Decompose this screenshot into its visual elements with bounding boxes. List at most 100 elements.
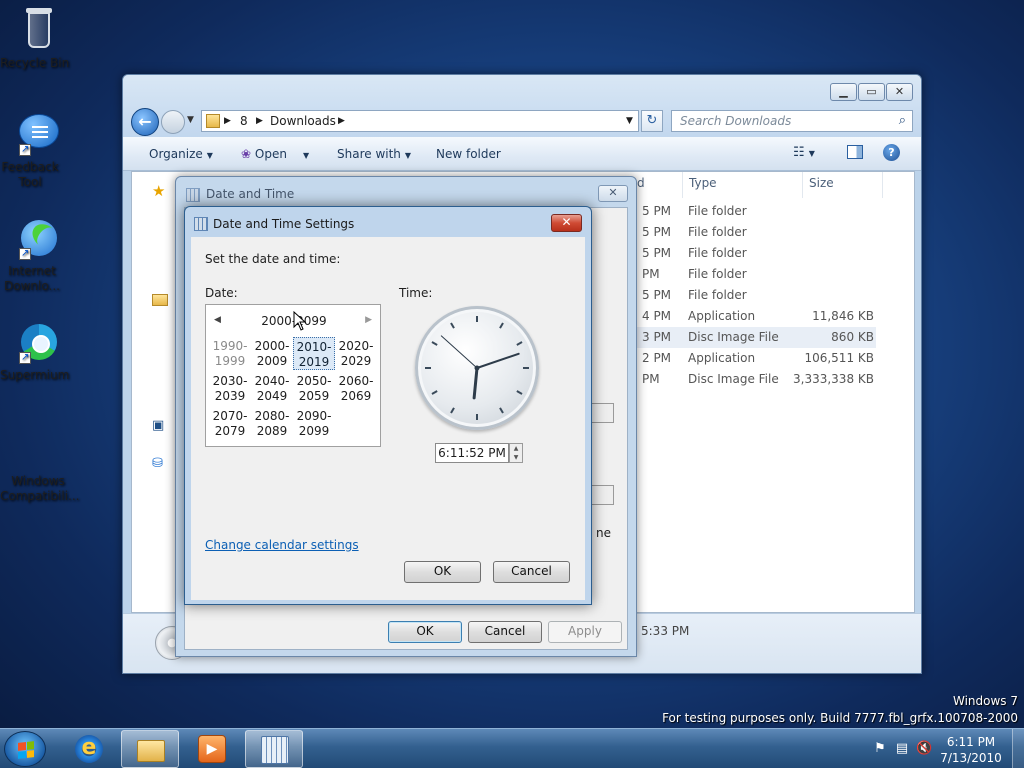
decade-cell[interactable]: 2080- 2089	[251, 407, 293, 440]
spin-up-icon[interactable]: ▲	[510, 444, 522, 453]
decade-cell[interactable]: 2090- 2099	[293, 407, 335, 440]
taskbar-clock[interactable]: 6:11 PM 7/13/2010	[936, 734, 1006, 766]
time-input[interactable]: 6:11:52 PM	[435, 443, 509, 463]
file-row[interactable]: 5 PM File folder	[636, 285, 876, 306]
taskbar-date-time[interactable]	[245, 730, 303, 768]
ok-button[interactable]: OK	[388, 621, 462, 643]
show-desktop-button[interactable]	[1012, 729, 1024, 768]
open-label: Open	[254, 147, 287, 161]
column-header-date[interactable]: d	[637, 176, 645, 190]
apply-button[interactable]: Apply	[548, 621, 622, 643]
partial-button[interactable]	[592, 485, 614, 505]
new-folder-button[interactable]: New folder	[436, 147, 501, 161]
decade-cell[interactable]: 2020- 2029	[335, 337, 377, 370]
file-row[interactable]: 5 PM File folder	[636, 201, 876, 222]
supermium-browser-icon	[17, 320, 61, 365]
preview-pane-icon[interactable]	[847, 145, 863, 159]
help-icon[interactable]: ?	[883, 144, 900, 161]
share-with-button[interactable]: Share with ▼	[337, 147, 411, 161]
decade-cell[interactable]: 2030- 2039	[209, 372, 251, 405]
decade-cell[interactable]: 2050- 2059	[293, 372, 335, 405]
watermark-line-2: For testing purposes only. Build 7777.fb…	[662, 711, 1018, 725]
close-icon[interactable]: ✕	[598, 185, 628, 202]
file-row[interactable]: 5 PM File folder	[636, 243, 876, 264]
date-label: Date:	[205, 286, 238, 300]
libraries-folder-icon	[152, 294, 168, 306]
time-spinner[interactable]: ▲ ▼	[509, 443, 523, 463]
clock-tick	[450, 407, 455, 414]
chevron-down-icon: ▼	[302, 151, 310, 160]
decade-start: 2020-	[338, 339, 374, 353]
command-bar: Organize ▼ ❀ Open ▼ Share with ▼ New folder…	[123, 137, 921, 171]
taskbar-media-player[interactable]: ▶	[183, 730, 241, 768]
open-button[interactable]: ❀ Open ▼	[241, 147, 309, 161]
decade-end: 2029	[340, 354, 372, 368]
maximize-icon[interactable]: ▭	[858, 83, 885, 101]
search-icon[interactable]: ⌕	[899, 113, 906, 128]
organize-button[interactable]: Organize ▼	[149, 147, 213, 161]
mouse-pointer-icon	[293, 311, 307, 331]
decade-cell[interactable]: 1990- 1999	[209, 337, 251, 370]
column-header-type[interactable]: Type	[689, 176, 717, 190]
cancel-button[interactable]: Cancel	[493, 561, 570, 583]
decade-end: 2009	[256, 354, 288, 368]
column-header-size[interactable]: Size	[809, 176, 834, 190]
close-icon[interactable]: ✕	[551, 214, 582, 232]
change-calendar-settings-link[interactable]: Change calendar settings	[205, 538, 359, 552]
volume-muted-icon[interactable]: 🔇	[916, 741, 932, 757]
chevron-down-icon: ▼	[404, 151, 412, 160]
clock-tick	[431, 341, 438, 346]
clock-tick	[516, 390, 523, 395]
decade-cell[interactable]: 2070- 2079	[209, 407, 251, 440]
address-dropdown-icon[interactable]: ▼	[626, 116, 633, 126]
file-size: 860 KB	[831, 330, 874, 344]
open-with-icon: ❀	[241, 147, 252, 161]
decade-cell[interactable]: 2010- 2019	[293, 337, 335, 370]
dialog-title: Date and Time Settings	[213, 217, 355, 231]
file-row[interactable]: 3 PM Disc Image File 860 KB	[636, 327, 876, 348]
back-arrow-icon[interactable]: ←	[131, 108, 159, 136]
clock-tick	[431, 390, 438, 395]
close-icon[interactable]: ✕	[886, 83, 913, 101]
desktop-icon-supermium[interactable]: Supermium	[0, 320, 78, 382]
decade-cell[interactable]: 2060- 2069	[335, 372, 377, 405]
taskbar-internet-explorer[interactable]: e	[60, 730, 118, 768]
address-segment[interactable]: 8	[240, 114, 248, 128]
forward-arrow-icon[interactable]	[161, 110, 185, 134]
taskbar-windows-explorer[interactable]	[121, 730, 179, 768]
action-center-flag-icon[interactable]: ⚑	[872, 741, 888, 757]
search-box[interactable]: Search Downloads ⌕	[671, 110, 913, 132]
start-button[interactable]	[4, 731, 46, 767]
address-bar[interactable]: ▶ 8 ▶ Downloads ▶ ▼	[201, 110, 639, 132]
decade-cell[interactable]: 2000- 2009	[251, 337, 293, 370]
date-time-settings-dialog[interactable]: Date and Time Settings ✕ Set the date an…	[184, 206, 592, 605]
file-date: 5 PM	[642, 288, 672, 302]
decade-end: 1999	[214, 354, 246, 368]
next-arrow-icon[interactable]: ▶	[365, 315, 372, 325]
network-icon[interactable]: ▤	[894, 741, 910, 757]
desktop-icon-internet-download[interactable]: Internet Downlo...	[0, 216, 78, 293]
partial-button[interactable]	[592, 403, 614, 423]
computer-icon: ▣	[152, 418, 165, 433]
dialog-title: Date and Time	[206, 187, 295, 201]
file-size: 106,511 KB	[804, 351, 874, 365]
file-size: 3,333,338 KB	[793, 372, 874, 386]
file-row[interactable]: 4 PM Application 11,846 KB	[636, 306, 876, 327]
file-row[interactable]: 2 PM Application 106,511 KB	[636, 348, 876, 369]
spin-down-icon[interactable]: ▼	[510, 453, 522, 462]
view-options-icon[interactable]: ☷ ▼	[793, 145, 815, 160]
desktop-icon-feedback-tool[interactable]: Feedback Tool	[0, 112, 78, 189]
file-row[interactable]: PM File folder	[636, 264, 876, 285]
recent-pages-chevron-icon[interactable]: ▼	[187, 115, 194, 125]
file-row[interactable]: 5 PM File folder	[636, 222, 876, 243]
file-row[interactable]: PM Disc Image File 3,333,338 KB	[636, 369, 876, 390]
desktop-icon-recycle-bin[interactable]: Recycle Bin	[0, 8, 78, 70]
decade-end: 2049	[256, 389, 288, 403]
decade-cell[interactable]: 2040- 2049	[251, 372, 293, 405]
minimize-icon[interactable]: ▁	[830, 83, 857, 101]
ok-button[interactable]: OK	[404, 561, 481, 583]
cancel-button[interactable]: Cancel	[468, 621, 542, 643]
file-type: File folder	[688, 225, 747, 239]
refresh-icon[interactable]: ↻	[641, 110, 663, 132]
address-segment[interactable]: Downloads	[270, 114, 336, 128]
